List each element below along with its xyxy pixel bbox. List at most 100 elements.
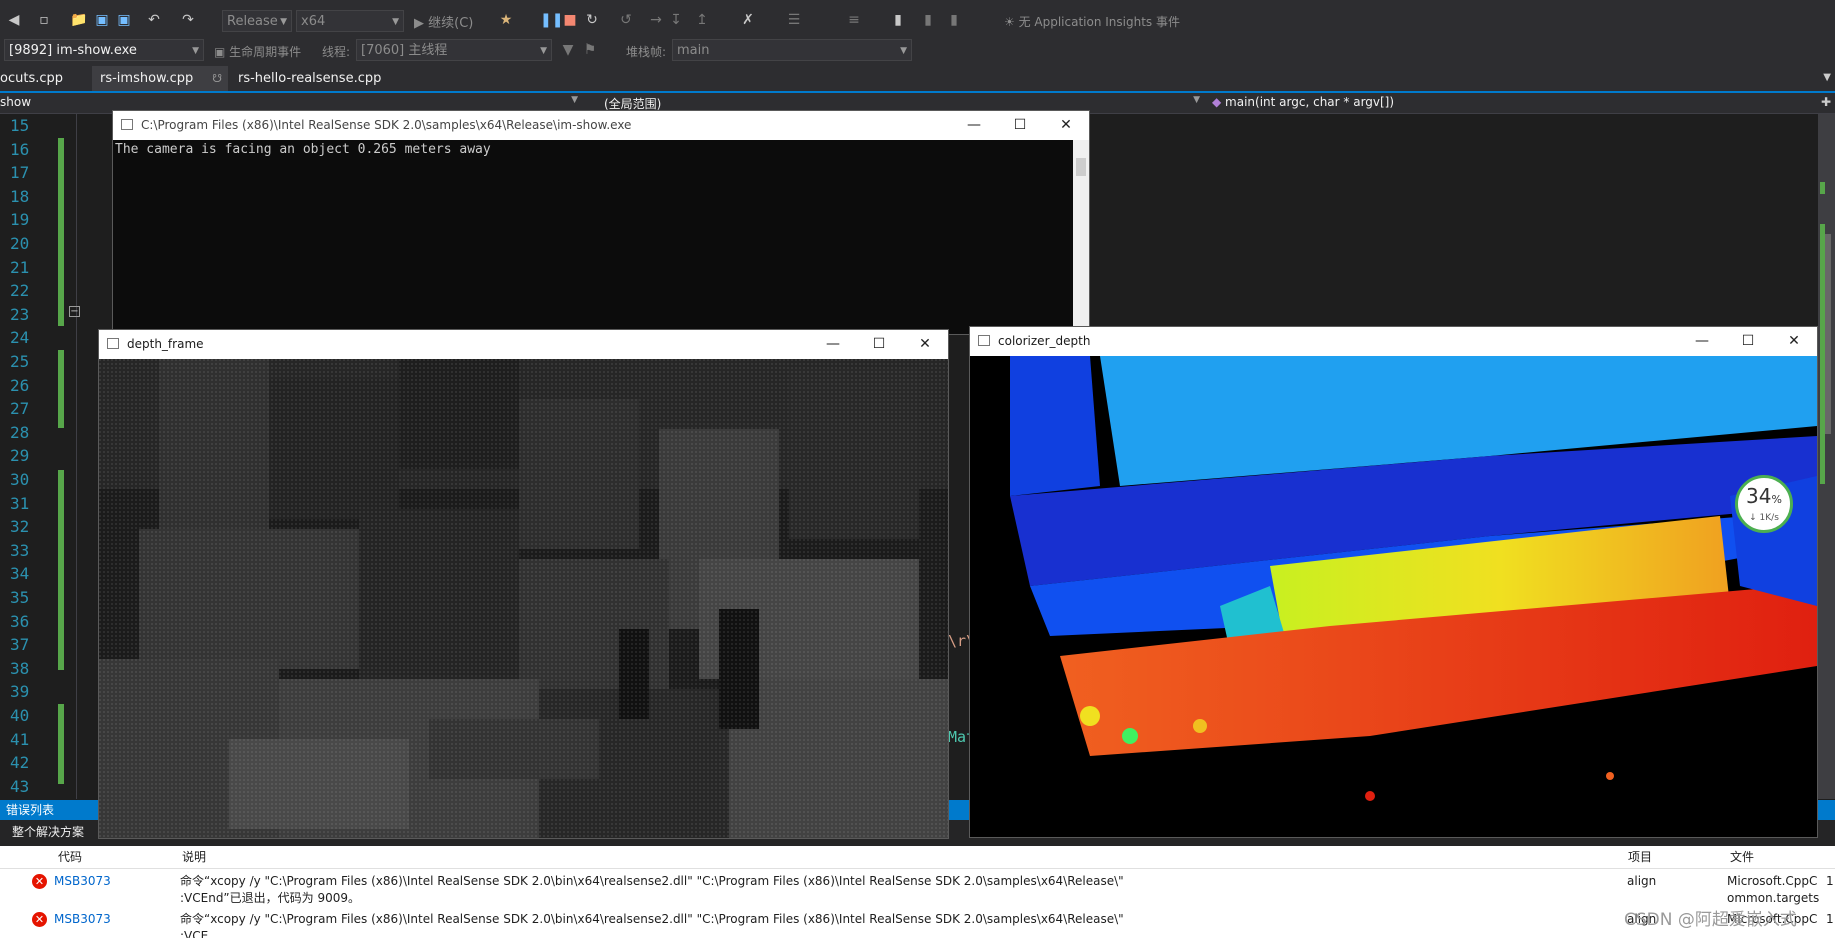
filter-icon[interactable]: ▼	[560, 42, 576, 58]
thread-dropdown[interactable]: [7060] 主线程 ▼	[356, 39, 552, 61]
table-row[interactable]: ✕ MSB3073 命令“xcopy /y "C:\Program Files …	[0, 906, 1835, 938]
column-header-code[interactable]: 代码	[58, 846, 82, 868]
open-folder-icon[interactable]: 📁	[70, 12, 87, 28]
maximize-button[interactable]: ☐	[997, 111, 1043, 140]
stop-icon[interactable]: ■	[562, 12, 578, 28]
process-dropdown[interactable]: [9892] im-show.exe ▼	[4, 39, 204, 61]
line-number: 26	[10, 375, 30, 395]
colorizer-depth-titlebar[interactable]: colorizer_depth — ☐ ✕	[970, 327, 1817, 356]
column-header-description[interactable]: 说明	[182, 846, 206, 868]
network-speed-widget[interactable]: 34% ↓ 1K/s	[1735, 475, 1793, 533]
app-insights-button[interactable]: ☀ 无 Application Insights 事件	[1004, 13, 1180, 30]
undo-icon[interactable]: ↶	[146, 12, 162, 28]
minimize-button[interactable]: —	[1679, 327, 1725, 356]
error-line: 1	[1826, 912, 1834, 926]
platform-value: x64	[301, 14, 326, 29]
step-out-icon[interactable]: ↥	[694, 12, 710, 28]
flag-icon[interactable]: ⚑	[582, 42, 598, 58]
error-grid: 代码 说明 项目 文件 ✕ MSB3073 命令“xcopy /y "C:\Pr…	[0, 846, 1835, 938]
bookmark-next-icon[interactable]: ▮	[946, 12, 962, 28]
error-code-link[interactable]: MSB3073	[54, 911, 111, 928]
find-icon[interactable]: ★	[498, 12, 514, 28]
bookmark-icon[interactable]: ▮	[890, 12, 906, 28]
configuration-dropdown[interactable]: Release ▼	[222, 10, 292, 32]
pause-icon[interactable]: ❚❚	[540, 12, 563, 28]
step-over-icon[interactable]: →	[648, 12, 664, 28]
tab-ocuts[interactable]: ocuts.cpp	[0, 66, 71, 91]
scroll-marker	[1820, 224, 1825, 484]
line-number: 36	[10, 611, 30, 631]
scope-dropdown[interactable]: (全局范围) ▼	[604, 95, 1204, 111]
line-number: 37	[10, 635, 30, 655]
tab-overflow-icon[interactable]: ▼	[1823, 72, 1831, 83]
scope-dropdown[interactable]: 整个解决方案	[0, 820, 100, 844]
window-app-icon	[107, 338, 119, 349]
platform-dropdown[interactable]: x64 ▼	[296, 10, 404, 32]
line-number: 35	[10, 588, 30, 607]
thread-value: [7060] 主线程	[361, 43, 448, 58]
column-header-project[interactable]: 项目	[1628, 846, 1652, 868]
lifecycle-icon: ▣	[214, 45, 230, 59]
function-dropdown[interactable]: ◆ main(int argc, char * argv[])	[1212, 95, 1812, 111]
save-all-icon[interactable]: ▣	[116, 12, 132, 28]
network-percent: 34%	[1738, 484, 1790, 512]
chevron-down-icon: ▼	[540, 46, 547, 56]
console-scrollbar[interactable]	[1073, 140, 1089, 334]
network-speed: ↓ 1K/s	[1738, 512, 1790, 524]
change-indicator	[58, 350, 64, 428]
error-description-cont: :VCE...	[180, 929, 220, 938]
table-row[interactable]: ✕ MSB3073 命令“xcopy /y "C:\Program Files …	[0, 868, 1835, 906]
lifecycle-events-button[interactable]: ▣ 生命周期事件	[214, 43, 301, 60]
error-code-link[interactable]: MSB3073	[54, 873, 111, 890]
redo-icon[interactable]: ↷	[180, 12, 196, 28]
minimize-button[interactable]: —	[810, 330, 856, 359]
close-button[interactable]: ✕	[1043, 111, 1089, 140]
restart-icon[interactable]: ↻	[584, 12, 600, 28]
stack-frame-value: main	[677, 43, 710, 58]
line-number: 17	[10, 163, 30, 183]
column-header-file[interactable]: 文件	[1730, 846, 1754, 868]
line-number: 19	[10, 210, 30, 230]
indent-icon[interactable]: ≡	[846, 12, 862, 28]
comment-icon[interactable]: ☰	[786, 12, 802, 28]
bookmark-prev-icon[interactable]: ▮	[920, 12, 936, 28]
editor-scrollbar[interactable]	[1818, 114, 1835, 799]
tab-rs-hello-realsense[interactable]: rs-hello-realsense.cpp	[230, 66, 389, 91]
line-number: 29	[10, 446, 30, 466]
save-icon[interactable]: ▣	[94, 12, 110, 28]
new-project-icon[interactable]: ▫	[36, 12, 52, 28]
collapse-icon[interactable]: −	[69, 306, 80, 317]
line-number: 38	[10, 658, 30, 678]
maximize-button[interactable]: ☐	[856, 330, 902, 359]
minimize-button[interactable]: —	[951, 111, 997, 140]
error-icon: ✕	[32, 874, 47, 889]
back-icon[interactable]: ◀	[6, 12, 22, 28]
console-window[interactable]: C:\Program Files (x86)\Intel RealSense S…	[112, 110, 1090, 335]
line-number: 42	[10, 753, 30, 773]
split-icon[interactable]: ✚	[1821, 95, 1831, 109]
depth-frame-titlebar[interactable]: depth_frame — ☐ ✕	[99, 330, 948, 359]
line-number: 15	[10, 116, 30, 135]
tab-rs-imshow[interactable]: rs-imshow.cpp ☋	[92, 66, 228, 91]
close-button[interactable]: ✕	[902, 330, 948, 359]
chevron-down-icon: ▼	[280, 17, 287, 27]
configuration-value: Release	[227, 14, 278, 29]
continue-label: 继续(C)	[428, 16, 474, 31]
depth-image	[99, 359, 948, 838]
scrollbar-thumb[interactable]	[1076, 158, 1086, 176]
project-dropdown[interactable]: show ▼	[0, 95, 582, 111]
pin-icon[interactable]: ☋	[212, 66, 222, 91]
colorizer-depth-window[interactable]: colorizer_depth — ☐ ✕	[969, 326, 1818, 838]
step-into-icon[interactable]: ↧	[668, 12, 684, 28]
stack-frame-dropdown[interactable]: main ▼	[672, 39, 912, 61]
continue-button[interactable]: ▶ 继续(C)	[414, 12, 473, 31]
console-titlebar[interactable]: C:\Program Files (x86)\Intel RealSense S…	[113, 111, 1089, 140]
breakpoint-toggle-icon[interactable]: ✗	[740, 12, 756, 28]
network-percent-unit: %	[1771, 493, 1782, 506]
close-button[interactable]: ✕	[1771, 327, 1817, 356]
maximize-button[interactable]: ☐	[1725, 327, 1771, 356]
error-line: 1	[1826, 874, 1834, 888]
depth-frame-window[interactable]: depth_frame — ☐ ✕	[98, 329, 949, 839]
line-number: 16	[10, 139, 30, 159]
show-next-statement-icon[interactable]: ↺	[618, 12, 634, 28]
